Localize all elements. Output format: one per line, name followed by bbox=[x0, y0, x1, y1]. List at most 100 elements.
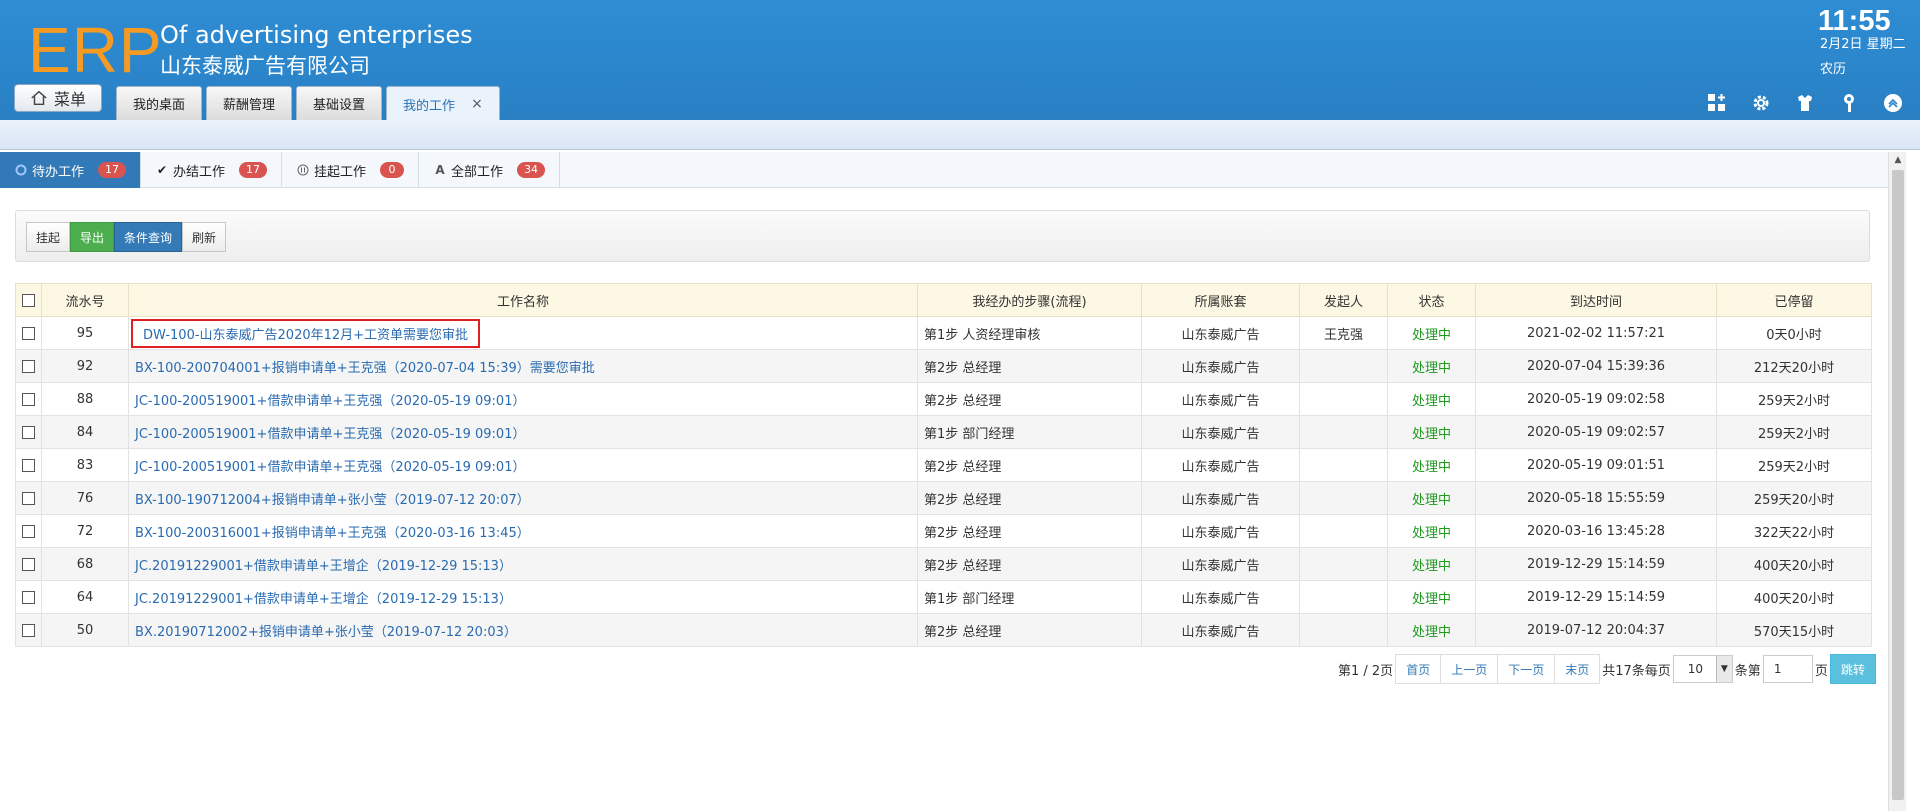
tab-finished-work[interactable]: ✔ 办结工作 17 bbox=[141, 152, 283, 188]
first-page-link[interactable]: 首页 bbox=[1395, 654, 1442, 684]
app-header: ERP Of advertising enterprises 山东泰威广告有限公… bbox=[0, 0, 1920, 121]
refresh-icon bbox=[14, 163, 28, 177]
tab-my-desktop[interactable]: 我的桌面 bbox=[116, 86, 203, 120]
gear-icon[interactable] bbox=[1748, 90, 1774, 116]
row-checkbox[interactable] bbox=[22, 359, 35, 373]
row-checkbox[interactable] bbox=[22, 326, 35, 340]
export-button[interactable]: 导出 bbox=[70, 222, 115, 252]
row-checkbox-cell bbox=[15, 514, 42, 548]
row-checkbox[interactable] bbox=[22, 524, 35, 538]
arrival-cell: 2019-07-12 20:04:37 bbox=[1475, 613, 1717, 647]
col-arrival-time[interactable]: 到达时间 bbox=[1475, 283, 1717, 317]
initiator-cell bbox=[1299, 481, 1388, 515]
work-name-link[interactable]: JC-100-200519001+借款申请单+王克强（2020-05-19 09… bbox=[128, 415, 918, 449]
initiator-cell bbox=[1299, 349, 1388, 383]
row-checkbox-cell bbox=[15, 448, 42, 482]
row-checkbox[interactable] bbox=[22, 458, 35, 472]
suspend-button[interactable]: 挂起 bbox=[26, 222, 71, 252]
row-checkbox[interactable] bbox=[22, 392, 35, 406]
tab-suspended-work[interactable]: 挂起工作 0 bbox=[282, 152, 420, 188]
step-cell: 第2步 总经理 bbox=[917, 514, 1142, 548]
page-size-select[interactable]: 10 ▼ bbox=[1672, 655, 1733, 683]
work-name-link[interactable]: JC-100-200519001+借款申请单+王克强（2020-05-19 09… bbox=[128, 448, 918, 482]
col-stay[interactable]: 已停留 bbox=[1716, 283, 1872, 317]
page-number-input[interactable]: 1 bbox=[1762, 655, 1813, 683]
page-suffix: 页 bbox=[1814, 663, 1828, 679]
tab-my-work[interactable]: 我的工作 × bbox=[386, 86, 500, 121]
work-name-link[interactable]: BX-100-190712004+报销申请单+张小莹（2019-07-12 20… bbox=[128, 481, 918, 515]
arrival-cell: 2020-05-19 09:01:51 bbox=[1475, 448, 1717, 482]
table-row: 84 JC-100-200519001+借款申请单+王克强（2020-05-19… bbox=[15, 415, 1872, 449]
serial-cell: 84 bbox=[41, 415, 129, 449]
initiator-cell bbox=[1299, 448, 1388, 482]
work-name-link[interactable]: BX-100-200704001+报销申请单+王克强（2020-07-04 15… bbox=[128, 349, 918, 383]
row-checkbox-cell bbox=[15, 382, 42, 416]
chevron-down-icon[interactable]: ▼ bbox=[1715, 656, 1732, 682]
work-name-link[interactable]: JC-100-200519001+借款申请单+王克强（2020-05-19 09… bbox=[128, 382, 918, 416]
work-table: 流水号 工作名称 我经办的步骤(流程) 所属账套 发起人 状态 到达时间 已停留… bbox=[15, 283, 1872, 647]
status-cell: 处理中 bbox=[1387, 448, 1476, 482]
scrollbar-thumb[interactable] bbox=[1892, 170, 1904, 800]
select-all-checkbox-cell bbox=[15, 283, 42, 317]
account-cell: 山东泰威广告 bbox=[1141, 415, 1300, 449]
collapse-up-icon[interactable] bbox=[1880, 90, 1906, 116]
col-status[interactable]: 状态 bbox=[1387, 283, 1476, 317]
serial-cell: 50 bbox=[41, 613, 129, 647]
initiator-cell bbox=[1299, 613, 1388, 647]
select-all-checkbox[interactable] bbox=[22, 293, 35, 307]
col-step[interactable]: 我经办的步骤(流程) bbox=[917, 283, 1142, 317]
go-button[interactable]: 跳转 bbox=[1829, 654, 1876, 684]
company-name-cn: 山东泰威广告有限公司 bbox=[160, 54, 370, 78]
menu-label: 菜单 bbox=[53, 90, 86, 109]
row-checkbox[interactable] bbox=[22, 623, 35, 637]
table-row: 50 BX.20190712002+报销申请单+张小莹（2019-07-12 2… bbox=[15, 613, 1872, 647]
work-name-link[interactable]: BX.20190712002+报销申请单+张小莹（2019-07-12 20:0… bbox=[128, 613, 918, 647]
highlighted-work-link[interactable]: DW-100-山东泰威广告2020年12月+工资单需要您审批 bbox=[131, 318, 481, 348]
initiator-cell bbox=[1299, 580, 1388, 614]
work-name-link[interactable]: BX-100-200316001+报销申请单+王克强（2020-03-16 13… bbox=[128, 514, 918, 548]
status-cell: 处理中 bbox=[1387, 481, 1476, 515]
work-name-link[interactable]: JC.20191229001+借款申请单+王增企（2019-12-29 15:1… bbox=[128, 547, 918, 581]
table-row: 72 BX-100-200316001+报销申请单+王克强（2020-03-16… bbox=[15, 514, 1872, 548]
row-checkbox[interactable] bbox=[22, 590, 35, 604]
work-name-link[interactable]: JC.20191229001+借款申请单+王增企（2019-12-29 15:1… bbox=[128, 580, 918, 614]
arrival-cell: 2019-12-29 15:14:59 bbox=[1475, 547, 1717, 581]
arrival-cell: 2019-12-29 15:14:59 bbox=[1475, 580, 1717, 614]
row-checkbox[interactable] bbox=[22, 425, 35, 439]
initiator-cell: 王克强 bbox=[1299, 316, 1388, 350]
grid-add-icon[interactable] bbox=[1704, 90, 1730, 116]
tab-pending-work[interactable]: 待办工作 17 bbox=[0, 152, 142, 188]
tab-label: 挂起工作 bbox=[314, 164, 367, 180]
condition-query-button[interactable]: 条件查询 bbox=[114, 222, 183, 252]
row-checkbox-cell bbox=[15, 547, 42, 581]
key-icon[interactable] bbox=[1836, 90, 1862, 116]
account-cell: 山东泰威广告 bbox=[1141, 514, 1300, 548]
row-checkbox[interactable] bbox=[22, 491, 35, 505]
vertical-scrollbar[interactable]: ▲ bbox=[1888, 152, 1906, 811]
row-checkbox-cell bbox=[15, 481, 42, 515]
tab-all-work[interactable]: A 全部工作 34 bbox=[419, 152, 561, 188]
col-account[interactable]: 所属账套 bbox=[1141, 283, 1300, 317]
scroll-up-icon[interactable]: ▲ bbox=[1889, 152, 1907, 168]
page-info: 第1 / 2页 bbox=[1338, 663, 1394, 679]
row-checkbox-cell bbox=[15, 580, 42, 614]
sub-header-bar bbox=[0, 120, 1920, 150]
account-cell: 山东泰威广告 bbox=[1141, 547, 1300, 581]
next-page-link[interactable]: 下一页 bbox=[1497, 654, 1556, 684]
col-work-name[interactable]: 工作名称 bbox=[128, 283, 918, 317]
shirt-icon[interactable] bbox=[1792, 90, 1818, 116]
col-initiator[interactable]: 发起人 bbox=[1299, 283, 1388, 317]
tab-label: 全部工作 bbox=[451, 164, 504, 180]
account-cell: 山东泰威广告 bbox=[1141, 316, 1300, 350]
table-row: 68 JC.20191229001+借款申请单+王增企（2019-12-29 1… bbox=[15, 547, 1872, 581]
col-serial[interactable]: 流水号 bbox=[41, 283, 129, 317]
menu-button[interactable]: 菜单 bbox=[14, 84, 102, 112]
last-page-link[interactable]: 末页 bbox=[1554, 654, 1601, 684]
prev-page-link[interactable]: 上一页 bbox=[1440, 654, 1499, 684]
row-checkbox[interactable] bbox=[22, 557, 35, 571]
tab-basic-settings[interactable]: 基础设置 bbox=[296, 86, 383, 120]
tab-salary[interactable]: 薪酬管理 bbox=[206, 86, 293, 120]
refresh-button[interactable]: 刷新 bbox=[182, 222, 227, 252]
account-cell: 山东泰威广告 bbox=[1141, 448, 1300, 482]
close-icon[interactable]: × bbox=[471, 96, 483, 112]
